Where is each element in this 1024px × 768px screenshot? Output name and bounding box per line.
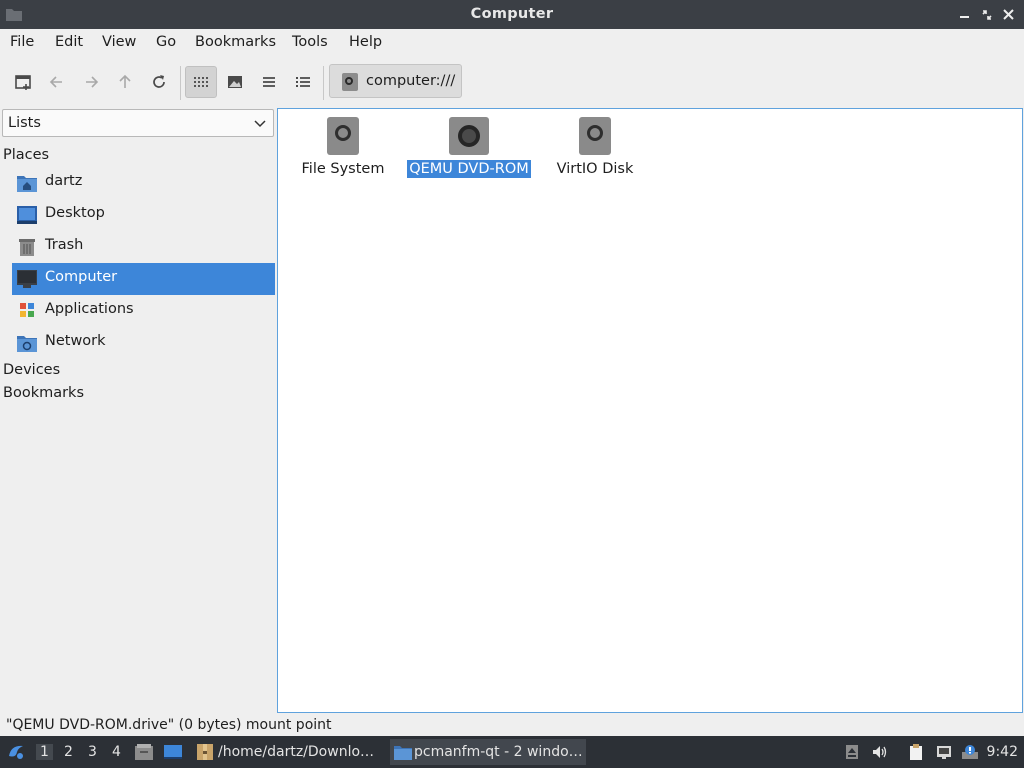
folder-view[interactable]: File System QEMU DVD-ROM VirtIO Disk bbox=[277, 108, 1023, 713]
place-label: Computer bbox=[45, 269, 118, 285]
task-archive-window[interactable]: /home/dartz/Downlo… bbox=[194, 739, 382, 765]
item-file-system[interactable]: File System bbox=[278, 117, 408, 178]
clipboard-icon[interactable] bbox=[908, 744, 924, 760]
workspace-4[interactable]: 4 bbox=[112, 744, 121, 760]
drive-icon bbox=[342, 73, 358, 91]
item-qemu-dvd-rom[interactable]: QEMU DVD-ROM bbox=[404, 117, 534, 178]
icon-view-button[interactable] bbox=[185, 66, 217, 98]
task-label: /home/dartz/Downlo… bbox=[218, 744, 375, 760]
workspace-2[interactable]: 2 bbox=[64, 744, 73, 760]
side-panel: Lists Places dartz Desktop Trash Compute… bbox=[0, 107, 276, 713]
menu-edit[interactable]: Edit bbox=[55, 34, 83, 50]
menu-bookmarks[interactable]: Bookmarks bbox=[195, 34, 276, 50]
menu-tools[interactable]: Tools bbox=[292, 34, 328, 50]
home-folder-icon bbox=[17, 176, 37, 192]
side-pane-mode-value: Lists bbox=[8, 115, 41, 131]
menu-file[interactable]: File bbox=[10, 34, 34, 50]
place-label: Network bbox=[45, 333, 106, 349]
reload-icon bbox=[153, 75, 165, 88]
side-pane-mode-select[interactable]: Lists bbox=[2, 109, 274, 137]
place-label: Applications bbox=[45, 301, 134, 317]
menu-go[interactable]: Go bbox=[156, 34, 176, 50]
window-title: Computer bbox=[470, 6, 554, 22]
path-button[interactable]: computer:/// bbox=[329, 64, 462, 98]
archive-icon bbox=[197, 744, 213, 760]
place-label: Trash bbox=[45, 237, 84, 253]
show-desktop-icon[interactable] bbox=[163, 742, 183, 762]
desktop-icon bbox=[17, 206, 37, 224]
volume-icon[interactable] bbox=[872, 744, 888, 760]
new-window-button[interactable] bbox=[7, 66, 39, 98]
task-pcmanfm-window[interactable]: pcmanfm-qt - 2 windo… bbox=[390, 739, 586, 765]
start-menu-icon[interactable] bbox=[6, 742, 26, 762]
menu-view[interactable]: View bbox=[102, 34, 136, 50]
compact-view-button[interactable] bbox=[253, 66, 285, 98]
back-button[interactable] bbox=[41, 66, 73, 98]
workspace-3[interactable]: 3 bbox=[88, 744, 97, 760]
icon-view-icon bbox=[194, 77, 208, 87]
detailed-list-view-button[interactable] bbox=[287, 66, 319, 98]
toolbar bbox=[0, 60, 1024, 104]
back-arrow-icon bbox=[49, 76, 62, 88]
menu-help[interactable]: Help bbox=[349, 34, 382, 50]
file-manager-launcher-icon[interactable] bbox=[134, 742, 154, 762]
place-label: dartz bbox=[45, 173, 83, 189]
place-dartz[interactable]: dartz bbox=[12, 167, 275, 199]
places-section-header[interactable]: Places bbox=[3, 147, 49, 163]
place-trash[interactable]: Trash bbox=[12, 231, 275, 263]
update-notifier-icon[interactable] bbox=[962, 744, 978, 760]
network-folder-icon bbox=[17, 336, 37, 352]
place-network[interactable]: Network bbox=[12, 327, 275, 359]
new-window-icon bbox=[15, 75, 31, 90]
window-titlebar[interactable]: Computer bbox=[0, 0, 1024, 29]
place-computer[interactable]: Computer bbox=[12, 263, 275, 295]
detailed-list-view-icon bbox=[296, 77, 310, 87]
toolbar-separator bbox=[323, 66, 324, 100]
reload-button[interactable] bbox=[143, 66, 175, 98]
thumbnail-view-button[interactable] bbox=[219, 66, 251, 98]
path-text: computer:/// bbox=[366, 73, 456, 89]
computer-icon bbox=[17, 270, 37, 288]
maximize-icon bbox=[982, 10, 992, 20]
forward-button[interactable] bbox=[75, 66, 107, 98]
forward-arrow-icon bbox=[86, 76, 99, 88]
up-button[interactable] bbox=[109, 66, 141, 98]
eject-icon[interactable] bbox=[844, 744, 860, 760]
devices-section-header[interactable]: Devices bbox=[3, 362, 60, 378]
close-icon bbox=[1003, 9, 1014, 20]
thumbnail-view-icon bbox=[228, 76, 242, 88]
task-label: pcmanfm-qt - 2 windo… bbox=[414, 744, 583, 760]
drive-icon bbox=[327, 117, 359, 155]
compact-view-icon bbox=[263, 77, 275, 87]
up-arrow-icon bbox=[119, 74, 131, 88]
place-desktop[interactable]: Desktop bbox=[12, 199, 275, 231]
clock[interactable]: 9:42 bbox=[987, 744, 1018, 760]
bookmarks-section-header[interactable]: Bookmarks bbox=[3, 385, 84, 401]
item-label: VirtIO Disk bbox=[556, 161, 634, 177]
optical-drive-icon bbox=[449, 117, 489, 155]
item-label: QEMU DVD-ROM bbox=[407, 160, 531, 178]
toolbar-separator bbox=[180, 66, 181, 100]
place-applications[interactable]: Applications bbox=[12, 295, 275, 327]
folder-icon bbox=[394, 746, 412, 760]
chevron-down-icon bbox=[254, 120, 266, 128]
minimize-icon bbox=[960, 16, 969, 18]
trash-icon bbox=[19, 239, 35, 256]
maximize-button[interactable] bbox=[978, 6, 996, 24]
network-connection-icon[interactable] bbox=[936, 744, 952, 760]
drive-icon bbox=[579, 117, 611, 155]
item-label: File System bbox=[301, 161, 385, 177]
applications-icon bbox=[20, 303, 34, 317]
place-label: Desktop bbox=[45, 205, 105, 221]
close-button[interactable] bbox=[1000, 6, 1018, 24]
status-bar: "QEMU DVD-ROM.drive" (0 bytes) mount poi… bbox=[6, 717, 332, 733]
minimize-button[interactable] bbox=[956, 6, 974, 24]
workspace-1[interactable]: 1 bbox=[36, 744, 53, 760]
taskbar: 1 2 3 4 /home/dartz/Downlo… pcmanfm-qt -… bbox=[0, 736, 1024, 768]
menu-bar: File Edit View Go Bookmarks Tools Help bbox=[0, 29, 1024, 57]
item-virtio-disk[interactable]: VirtIO Disk bbox=[530, 117, 660, 178]
